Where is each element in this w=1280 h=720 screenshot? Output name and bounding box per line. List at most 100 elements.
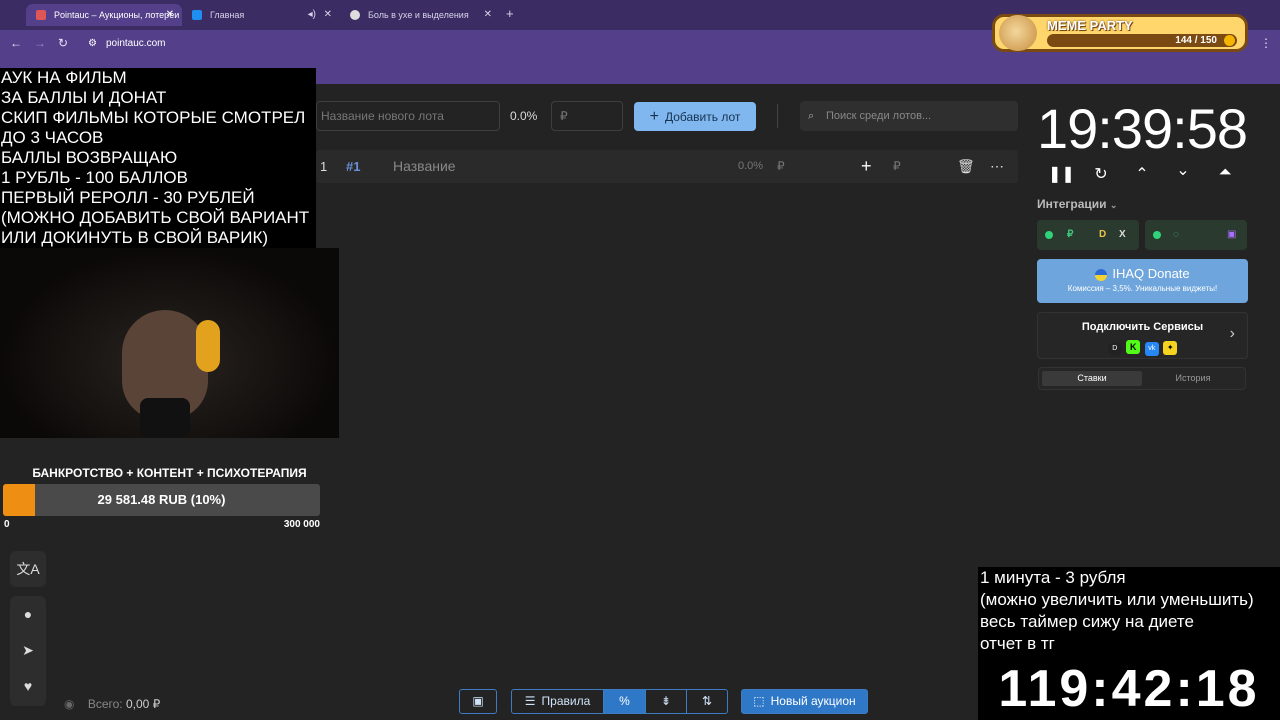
url-field[interactable]: ⚙ pointauc.com <box>86 34 986 54</box>
pause-icon[interactable]: ❚❚ <box>1048 164 1075 184</box>
chevron-down-icon[interactable]: ⌄ <box>1171 160 1195 180</box>
overlay-line: СКИП ФИЛЬМЫ КОТОРЫЕ СМОТРЕЛ <box>1 108 306 127</box>
ihaq-donate-card[interactable]: IHAQ Donate Комиссия – 3,5%. Уникальные … <box>1037 259 1248 303</box>
headphones-icon <box>196 320 220 372</box>
rules-button[interactable]: ☰ Правила <box>511 689 604 714</box>
search-placeholder: Поиск среди лотов... <box>826 110 932 122</box>
search-icon: ⌕ <box>808 110 815 122</box>
sort-icon[interactable]: ⇅ <box>686 689 728 714</box>
new-lot-amount-input[interactable]: ₽ <box>551 101 623 131</box>
lot-add-currency[interactable]: ₽ <box>893 150 901 183</box>
kick-icon: K <box>1126 340 1141 354</box>
lot-index: 1 <box>320 159 328 174</box>
lot-search-input[interactable]: ⌕ Поиск среди лотов... <box>800 101 1018 131</box>
new-tab-button[interactable]: + <box>506 6 514 21</box>
pointauc-favicon-icon <box>36 10 46 20</box>
goal-min: 0 <box>4 519 10 530</box>
menu-icon[interactable]: ⋮ <box>1260 36 1272 50</box>
translate-icon[interactable]: 文A <box>10 551 46 587</box>
tab-bids[interactable]: Ставки <box>1042 371 1142 386</box>
goal-progress-bar: 29 581.48 RUB (10%) <box>3 484 320 516</box>
tab-title: Боль в ухе и выделения <box>368 10 469 20</box>
balance-value: 0,00 ₽ <box>125 697 161 711</box>
points-integration[interactable]: ₽ D X <box>1037 220 1139 250</box>
twitch-icon: ▣ <box>1227 229 1237 240</box>
lot-percent: 0.0% <box>738 160 764 172</box>
lot-currency: ₽ <box>777 159 785 173</box>
goal-amount: 29 581.48 RUB (10%) <box>97 492 226 507</box>
overlay-lines: 1 минута - 3 рубля (можно увеличить или … <box>980 567 1254 655</box>
lot-row[interactable]: 1 #1 Название 0.0% ₽ + ₽ 🗑 ⋯ <box>316 150 1018 183</box>
services-icons: D K vk ✦ <box>1038 337 1247 356</box>
github-icon[interactable]: ● <box>10 606 46 622</box>
more-icon[interactable]: ⋯ <box>990 150 1004 183</box>
tab-ear-pain[interactable]: Боль в ухе и выделения ✕ <box>340 4 500 26</box>
save-icon[interactable]: ▣ <box>459 689 497 714</box>
eye-off-icon[interactable]: ◉ <box>64 697 74 711</box>
add-lot-button[interactable]: + Добавить лот <box>634 102 756 131</box>
goal-max: 300 000 <box>283 519 320 530</box>
donate-hand-icon[interactable]: ♥ <box>10 678 46 694</box>
add-lot-label: Добавить лот <box>664 110 741 124</box>
bid-tabs: Ставки История <box>1038 367 1246 390</box>
new-auction-label: Новый аукцион <box>770 694 856 708</box>
percent-toggle-icon[interactable]: % <box>603 689 646 714</box>
tab-title: Pointauc – Аукционы, лотереи <box>54 10 180 20</box>
compress-icon[interactable]: ⇟ <box>645 689 687 714</box>
overlay-line: ДО 3 ЧАСОВ <box>1 128 104 147</box>
coin-icon <box>1224 35 1235 46</box>
new-lot-name-input[interactable]: Название нового лота <box>316 101 500 131</box>
site-favicon-icon <box>350 10 360 20</box>
overlay-line: 1 РУБЛЬ - 100 БАЛЛОВ <box>1 168 188 187</box>
doge-icon <box>999 15 1037 51</box>
status-dot-icon <box>1045 231 1053 239</box>
overlay-line: ЗА БАЛЛЫ И ДОНАТ <box>1 88 167 107</box>
goal-title: БАНКРОТСТВО + КОНТЕНТ + ПСИХОТЕРАПИЯ <box>32 466 307 480</box>
ruble-icon: ₽ <box>1067 229 1074 240</box>
list-icon: ☰ <box>524 694 536 708</box>
overlay-line: (можно увеличить или уменьшить) <box>980 590 1254 609</box>
site-info-icon[interactable]: ⚙ <box>88 34 97 54</box>
reload-icon[interactable]: ↻ <box>58 36 68 50</box>
meme-party-title: MEME PARTY <box>1047 18 1133 33</box>
tab-title: Главная <box>210 10 245 20</box>
overlay-line: весь таймер сижу на диете <box>980 612 1194 631</box>
rules-label: Правила <box>541 694 591 708</box>
add-amount-icon[interactable]: + <box>861 150 872 183</box>
balance-display: ◉ Всего: 0,00 ₽ <box>64 697 160 711</box>
overlay-line: ПЕРВЫЙ РЕРОЛЛ - 30 РУБЛЕЙ <box>1 188 255 207</box>
tab-main[interactable]: Главная ◂) ✕ <box>182 4 340 26</box>
new-auction-button[interactable]: ⬚ Новый аукцион <box>741 689 868 714</box>
integrations-toggle[interactable]: Интеграции ⌄ <box>1037 197 1117 211</box>
chevron-up-icon[interactable]: ⌃ <box>1130 164 1154 184</box>
vk-icon: vk <box>1144 342 1159 356</box>
close-icon[interactable]: ✕ <box>484 4 492 26</box>
new-lot-percent: 0.0% <box>510 109 538 123</box>
telegram-icon[interactable]: ➤ <box>10 642 46 659</box>
lot-name[interactable]: Название <box>393 150 456 183</box>
tab-history[interactable]: История <box>1143 371 1243 386</box>
overlay-line: БАЛЛЫ ВОЗВРАЩАЮ <box>1 148 178 167</box>
trash-icon[interactable]: 🗑 <box>957 150 975 183</box>
url-text: pointauc.com <box>106 38 166 49</box>
double-up-icon[interactable]: ⏶ <box>1213 164 1237 182</box>
donatex-icon: D <box>1099 229 1107 240</box>
connect-services-card[interactable]: Подключить Сервисы D K vk ✦ › <box>1037 312 1248 359</box>
forward-icon[interactable]: → <box>34 36 46 50</box>
da-icon: D <box>1107 342 1122 356</box>
tab-pointauc[interactable]: Pointauc – Аукционы, лотереи ✕ <box>26 4 182 26</box>
reset-icon[interactable]: ↻ <box>1089 164 1113 184</box>
integrations-label: Интеграции <box>1037 197 1107 211</box>
meme-party-count: 144 / 150 <box>1175 35 1217 46</box>
donate-subtitle: Комиссия – 3,5%. Уникальные виджеты! <box>1067 284 1218 293</box>
meme-party-widget: MEME PARTY 144 / 150 <box>992 14 1248 52</box>
close-icon[interactable]: ✕ <box>324 4 332 26</box>
stream-integration[interactable]: ◌ ▣ <box>1145 220 1247 250</box>
diet-timer-overlay: 1 минута - 3 рубля (можно увеличить или … <box>978 567 1280 720</box>
auction-timer: 19:39:58 <box>1037 97 1248 160</box>
overlay-line: АУК НА ФИЛЬМ <box>1 68 127 87</box>
boosty-icon: ✦ <box>1163 341 1178 355</box>
back-icon[interactable]: ← <box>10 36 22 50</box>
speaker-icon[interactable]: ◂) <box>308 4 316 26</box>
close-icon[interactable]: ✕ <box>166 4 174 26</box>
